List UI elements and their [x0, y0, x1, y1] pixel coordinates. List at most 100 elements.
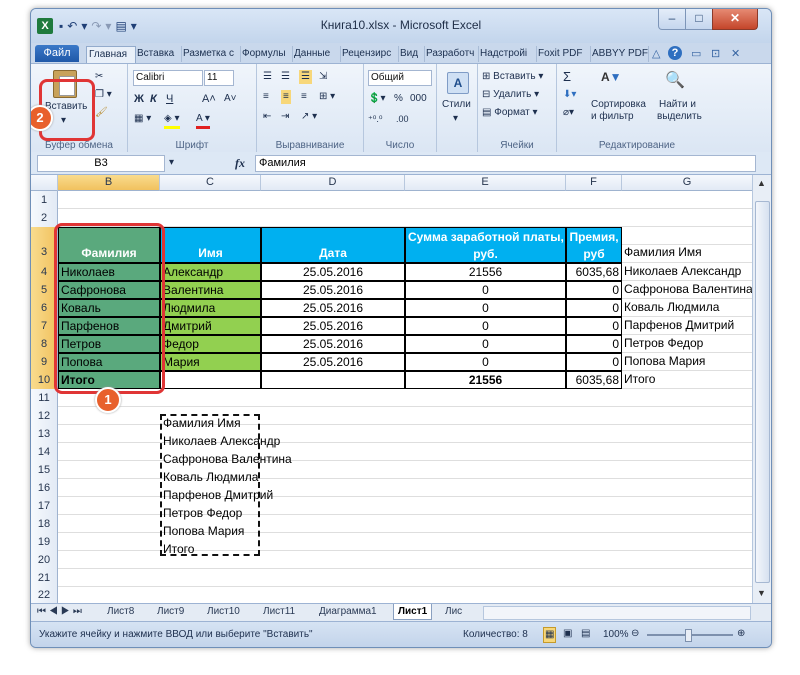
number-format-combo[interactable]: Общий — [368, 70, 432, 86]
align-middle-icon[interactable]: ☰ — [281, 70, 290, 84]
merge-icon[interactable]: ⊞ ▾ — [319, 90, 335, 104]
row-header-12[interactable]: 12 — [31, 407, 58, 426]
cell-c8[interactable]: Федор — [160, 335, 261, 353]
cell-c3-header[interactable]: Имя — [160, 227, 261, 263]
sheet-nav-icons[interactable]: ⏮◀▶⏭ — [37, 604, 85, 619]
fill-icon[interactable]: ⬇▾ — [563, 88, 576, 102]
cell-g8[interactable]: Петров Федор — [622, 335, 752, 353]
hscroll-track[interactable] — [483, 606, 751, 620]
thousands-button[interactable]: 000 — [410, 92, 427, 106]
zoom-level[interactable]: 100% — [603, 628, 629, 642]
close-button[interactable]: ✕ — [712, 9, 758, 30]
tab-view[interactable]: Вид — [398, 46, 425, 62]
row-header-14[interactable]: 14 — [31, 443, 58, 462]
tab-foxit-pdf[interactable]: Foxit PDF — [536, 46, 591, 62]
row-header-1[interactable]: 1 — [31, 191, 58, 210]
zoom-out-icon[interactable]: ⊖ — [631, 627, 639, 641]
cell-f3-header[interactable]: Премия, руб — [566, 227, 622, 263]
format-painter-icon[interactable]: 🖌 — [95, 106, 108, 120]
row-header-13[interactable]: 13 — [31, 425, 58, 444]
column-header-e[interactable]: E — [405, 175, 566, 191]
cell-e6[interactable]: 0 — [405, 299, 566, 317]
grow-font-button[interactable]: A˄ — [202, 92, 216, 106]
tab-developer[interactable]: Разработч — [424, 46, 479, 62]
zoom-in-icon[interactable]: ⊕ — [737, 627, 745, 641]
column-header-f[interactable]: F — [566, 175, 622, 191]
tab-insert[interactable]: Вставка — [135, 46, 182, 62]
cell-c10[interactable] — [160, 371, 261, 389]
insert-cells-button[interactable]: ⊞ Вставить ▾ — [482, 70, 543, 84]
cell-g7[interactable]: Парфенов Дмитрий — [622, 317, 752, 335]
font-name-combo[interactable]: Calibri — [133, 70, 203, 86]
cell-e5[interactable]: 0 — [405, 281, 566, 299]
column-header-b[interactable]: B — [58, 175, 160, 191]
cell-f8[interactable]: 0 — [566, 335, 622, 353]
cell-g4[interactable]: Николаев Александр — [622, 263, 752, 281]
cell-c9[interactable]: Мария — [160, 353, 261, 371]
clear-icon[interactable]: ⌀▾ — [563, 106, 574, 120]
decrease-decimal-button[interactable]: .00 — [396, 112, 409, 126]
workbook-minimize-icon[interactable]: ▭ — [691, 46, 701, 62]
tab-file[interactable]: Файл — [35, 45, 79, 62]
styles-button[interactable]: Стили — [442, 98, 471, 112]
row-header-18[interactable]: 18 — [31, 515, 58, 534]
cell-e10-total[interactable]: 21556 — [405, 371, 566, 389]
sort-filter-line2[interactable]: и фильтр — [591, 110, 634, 124]
row-header-20[interactable]: 20 — [31, 551, 58, 570]
align-left-icon[interactable]: ≡ — [263, 90, 269, 104]
scroll-up-icon[interactable]: ▲ — [755, 177, 768, 190]
cell-e7[interactable]: 0 — [405, 317, 566, 335]
column-header-c[interactable]: C — [160, 175, 261, 191]
align-right-icon[interactable]: ≡ — [301, 90, 307, 104]
styles-dropdown-icon[interactable]: ▾ — [453, 112, 458, 126]
sheet-tab-list11[interactable]: Лист11 — [263, 604, 295, 619]
row-header-19[interactable]: 19 — [31, 533, 58, 552]
row-header-15[interactable]: 15 — [31, 461, 58, 480]
help-icon[interactable]: ? — [668, 46, 682, 60]
sheet-tab-list10[interactable]: Лист10 — [207, 604, 240, 619]
scroll-thumb[interactable] — [755, 201, 770, 583]
tab-formulas[interactable]: Формулы — [240, 46, 293, 62]
percent-button[interactable]: % — [394, 92, 403, 106]
find-select-icon[interactable]: 🔍 — [665, 70, 689, 92]
sheet-tab-list1[interactable]: Лист1 — [393, 604, 433, 620]
row-header-21[interactable]: 21 — [31, 569, 58, 588]
font-size-combo[interactable]: 11 — [204, 70, 234, 86]
zoom-slider-thumb[interactable] — [685, 629, 692, 642]
workbook-close-icon[interactable]: ✕ — [731, 46, 740, 62]
cell-d7[interactable]: 25.05.2016 — [261, 317, 405, 335]
increase-indent-icon[interactable]: ⇥ — [281, 110, 289, 124]
name-box[interactable]: B3 — [37, 155, 165, 172]
tab-review[interactable]: Рецензирс — [340, 46, 399, 62]
cell-f7[interactable]: 0 — [566, 317, 622, 335]
autosum-button[interactable]: Σ — [563, 70, 571, 84]
cell-d9[interactable]: 25.05.2016 — [261, 353, 405, 371]
cell-c6[interactable]: Людмила — [160, 299, 261, 317]
underline-button[interactable]: Ч — [166, 92, 173, 106]
align-top-icon[interactable]: ☰ — [263, 70, 272, 84]
align-center-icon[interactable]: ≡ — [281, 90, 291, 104]
cell-g6[interactable]: Коваль Людмила — [622, 299, 752, 317]
cell-d10[interactable] — [261, 371, 405, 389]
cell-c7[interactable]: Дмитрий — [160, 317, 261, 335]
sheet-tab-list9[interactable]: Лист9 — [157, 604, 184, 619]
tab-page-layout[interactable]: Разметка с — [181, 46, 241, 62]
select-all-corner[interactable] — [31, 175, 58, 191]
tab-abbyy-pdf[interactable]: ABBYY PDF — [590, 46, 649, 62]
styles-icon[interactable]: A — [447, 72, 469, 94]
row-header-17[interactable]: 17 — [31, 497, 58, 516]
currency-icon[interactable]: 💲▾ — [368, 92, 385, 106]
bold-button[interactable]: Ж — [134, 92, 144, 106]
decrease-indent-icon[interactable]: ⇤ — [263, 110, 271, 124]
column-header-d[interactable]: D — [261, 175, 405, 191]
sort-filter-icon[interactable]: A▼ — [601, 70, 625, 92]
cell-g10[interactable]: Итого — [622, 371, 752, 389]
tab-home[interactable]: Главная — [86, 46, 136, 63]
cell-e9[interactable]: 0 — [405, 353, 566, 371]
view-page-layout-icon[interactable]: ▣ — [563, 627, 572, 641]
cell-g9[interactable]: Попова Мария — [622, 353, 752, 371]
find-select-line2[interactable]: выделить — [657, 110, 702, 124]
fill-color-icon[interactable]: ◈ ▾ — [164, 112, 180, 129]
cell-f5[interactable]: 0 — [566, 281, 622, 299]
cell-f9[interactable]: 0 — [566, 353, 622, 371]
